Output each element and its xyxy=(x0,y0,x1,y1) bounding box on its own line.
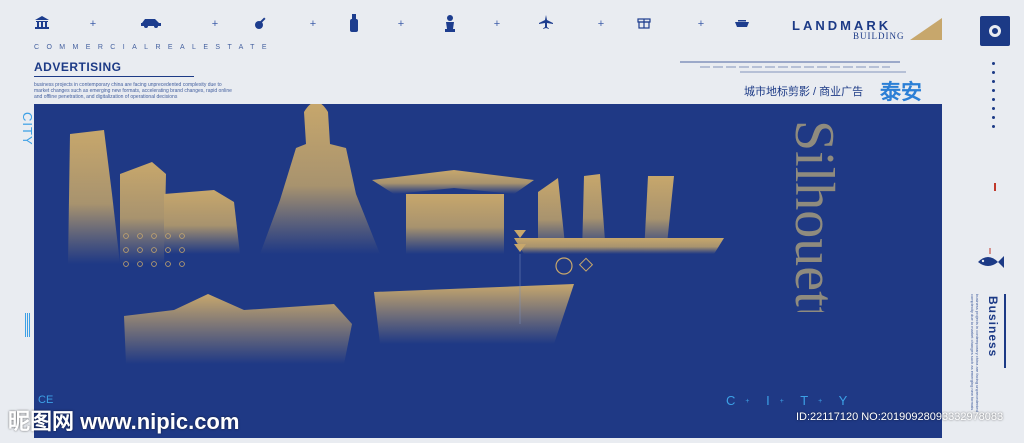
bank-icon xyxy=(32,14,52,34)
silhouette-text: Silhouette xyxy=(788,120,845,312)
city-footer: C + I + T + Y xyxy=(726,393,851,408)
svg-text:Silhouette: Silhouette xyxy=(788,120,845,312)
business-label: Business xyxy=(986,296,1000,358)
car-icon xyxy=(140,14,161,34)
triangle-decoration xyxy=(910,18,942,40)
guitar-icon xyxy=(252,14,272,34)
dot-column xyxy=(992,62,998,134)
bottle-icon xyxy=(344,14,364,34)
business-rule xyxy=(1004,294,1006,368)
city-letter: C xyxy=(726,393,739,408)
city-name: 泰安 xyxy=(880,80,922,104)
plus-icon: + xyxy=(597,18,605,30)
gift-icon xyxy=(634,14,654,34)
plus-icon: + xyxy=(89,18,97,30)
fish-icon xyxy=(978,248,1004,268)
header-caption: 城市地标剪影 / 商业广告 xyxy=(744,86,864,98)
red-marker xyxy=(994,183,996,191)
city-letter: I xyxy=(766,393,773,408)
divider xyxy=(34,76,194,77)
advertising-description: business projects in contemporary china … xyxy=(34,82,232,100)
city-letter: T xyxy=(800,393,812,408)
city-vertical-label: CITY xyxy=(20,112,35,146)
image-id: ID:22117120 NO:20190928093332978083 xyxy=(796,411,1004,423)
tick-marks xyxy=(25,313,31,337)
plus-icon: + xyxy=(211,18,219,30)
ring-icon xyxy=(989,25,1001,37)
landmark-subtitle: BUILDING xyxy=(853,31,905,41)
statue-icon xyxy=(440,14,460,34)
plus-icon: + xyxy=(309,18,317,30)
advertising-title: ADVERTISING xyxy=(34,60,122,74)
airplane-icon xyxy=(536,14,556,34)
watermark: 昵图网 www.nipic.com xyxy=(8,409,240,434)
top-icon-row: + + + + + + + xyxy=(0,14,780,34)
plus-icon: + xyxy=(697,18,705,30)
logo-badge xyxy=(980,16,1010,46)
plus-icon: + xyxy=(397,18,405,30)
kicker-text: COMMERCIALREALESTATE xyxy=(34,44,274,51)
business-description: business projects in contemporary china … xyxy=(970,294,980,412)
line-decoration xyxy=(680,61,906,73)
bowl-icon xyxy=(732,14,752,34)
city-letter: Y xyxy=(838,393,851,408)
plus-icon: + xyxy=(493,18,501,30)
